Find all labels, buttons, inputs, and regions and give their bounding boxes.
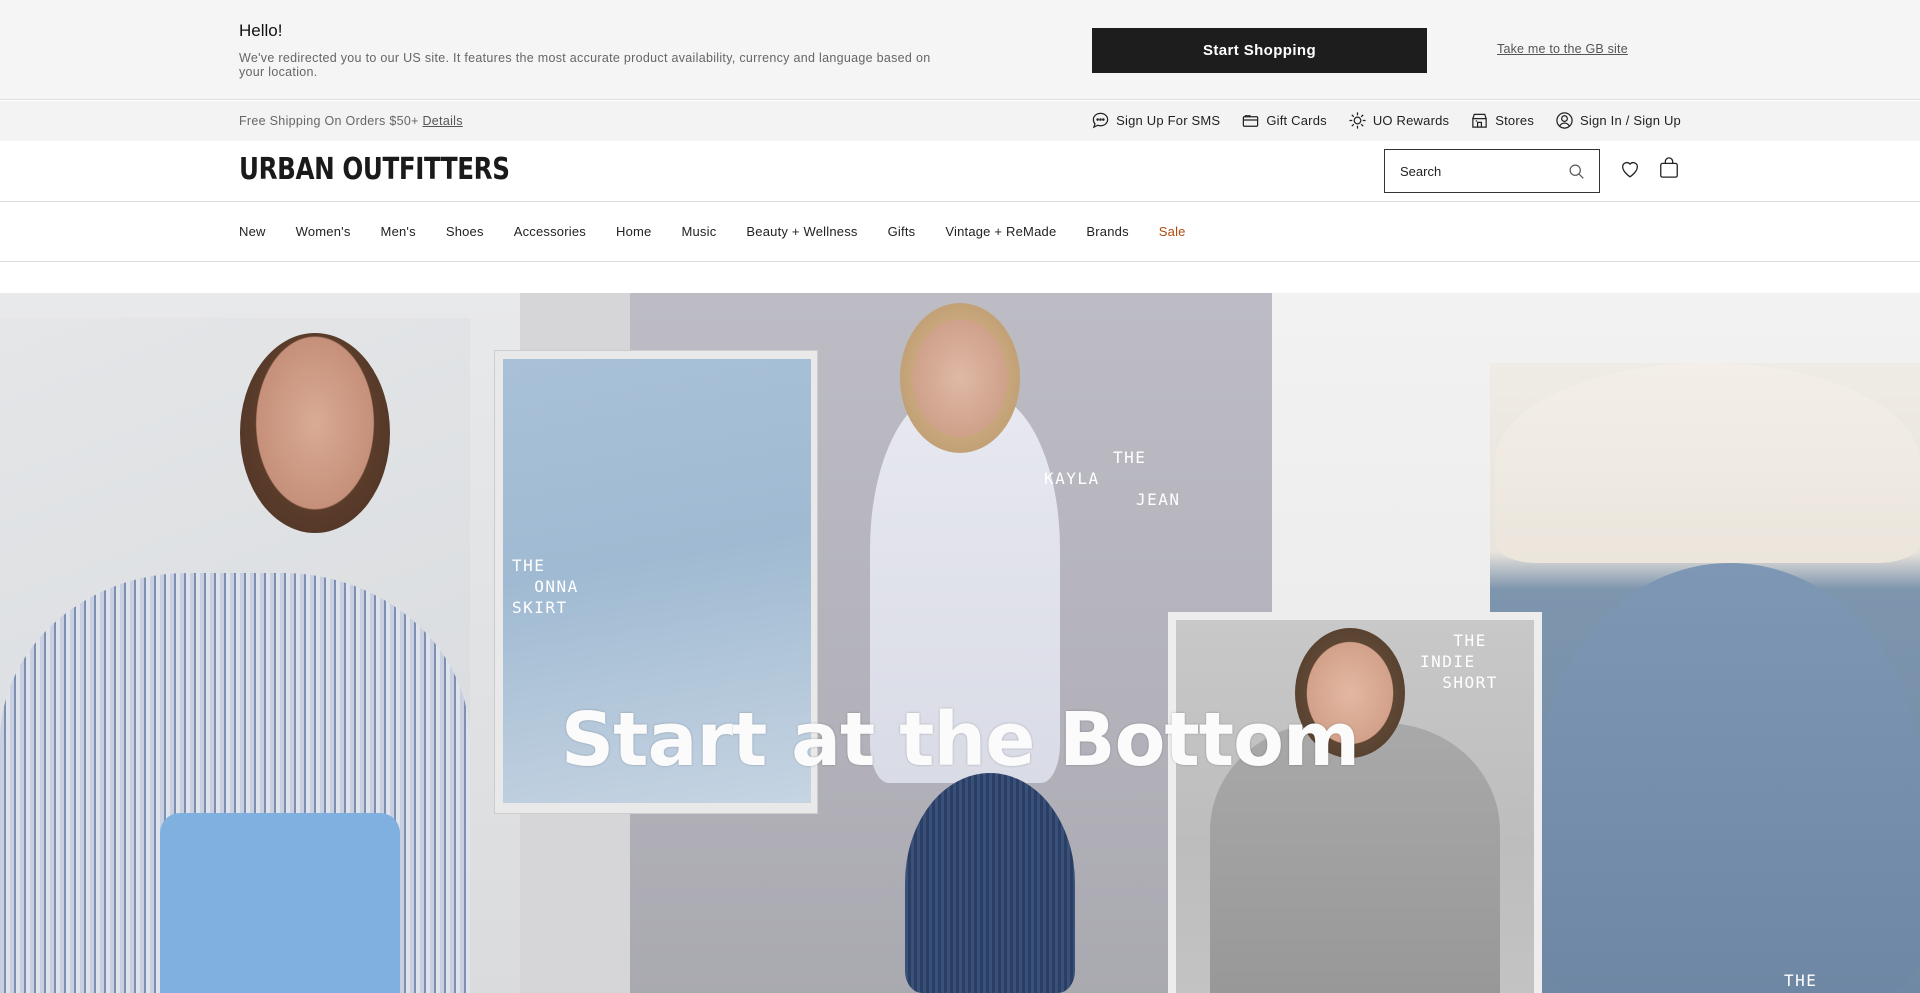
sign-in-link[interactable]: Sign In / Sign Up <box>1555 111 1681 130</box>
nav-item-music[interactable]: Music <box>681 224 716 239</box>
model-ruffle-blouse <box>1495 363 1920 563</box>
model-portrait-left <box>240 333 390 533</box>
nav-item-gifts[interactable]: Gifts <box>888 224 916 239</box>
shipping-promo: Free Shipping On Orders $50+ Details <box>239 114 463 128</box>
nav-item-new[interactable]: New <box>239 224 266 239</box>
nav-item-beauty-wellness[interactable]: Beauty + Wellness <box>746 224 857 239</box>
label-kayla-the: THE <box>1113 448 1147 467</box>
shipping-text: Free Shipping On Orders $50+ <box>239 114 419 128</box>
redirect-banner: Hello! We've redirected you to our US si… <box>0 0 1920 100</box>
search-box[interactable] <box>1384 149 1600 193</box>
search-icon[interactable] <box>1568 163 1585 180</box>
redirect-message: We've redirected you to our US site. It … <box>239 51 931 79</box>
wishlist-heart-icon[interactable] <box>1619 158 1641 180</box>
stores-label: Stores <box>1495 113 1535 128</box>
chat-bubble-icon <box>1092 112 1109 129</box>
nav-item-mens[interactable]: Men's <box>381 224 416 239</box>
utility-links: Sign Up For SMS Gift Cards UO Rewards St… <box>1091 111 1681 130</box>
model-kayla-jean <box>905 773 1075 993</box>
label-onna-skirt: THE ONNA SKIRT <box>512 556 579 617</box>
start-shopping-button[interactable]: Start Shopping <box>1092 28 1427 73</box>
sign-in-label: Sign In / Sign Up <box>1580 113 1681 128</box>
uo-rewards-link[interactable]: UO Rewards <box>1348 111 1449 130</box>
nav-item-brands[interactable]: Brands <box>1086 224 1128 239</box>
redirect-greeting: Hello! <box>239 21 283 40</box>
gift-card-icon <box>1243 115 1259 127</box>
model-portrait-center <box>900 303 1020 453</box>
model-blue-skirt <box>160 813 400 993</box>
nav-item-womens[interactable]: Women's <box>296 224 351 239</box>
nav-item-accessories[interactable]: Accessories <box>514 224 586 239</box>
stores-link[interactable]: Stores <box>1470 111 1534 130</box>
hero-title: Start at the Bottom <box>560 697 1360 783</box>
hero-banner[interactable]: THE ONNA SKIRT THE KAYLA JEAN THE INDIE … <box>0 293 1920 993</box>
main-navigation: New Women's Men's Shoes Accessories Home… <box>0 202 1920 262</box>
utility-bar: Free Shipping On Orders $50+ Details Sig… <box>0 101 1920 141</box>
nav-item-home[interactable]: Home <box>616 224 651 239</box>
nav-item-shoes[interactable]: Shoes <box>446 224 484 239</box>
nav-item-sale[interactable]: Sale <box>1159 224 1186 239</box>
search-input[interactable] <box>1385 163 1555 179</box>
nav-item-vintage-remade[interactable]: Vintage + ReMade <box>945 224 1056 239</box>
label-indie-short: THE INDIE SHORT <box>1420 631 1498 692</box>
gift-cards-label: Gift Cards <box>1266 113 1327 128</box>
sms-signup-link[interactable]: Sign Up For SMS <box>1091 111 1220 130</box>
site-logo[interactable]: URBAN OUTFITTERS <box>239 152 510 187</box>
label-bottom-the: THE <box>1784 971 1818 990</box>
rewards-star-icon <box>1349 112 1366 129</box>
label-kayla-jean: JEAN <box>1136 490 1181 509</box>
shipping-details-link[interactable]: Details <box>422 114 462 128</box>
site-header: URBAN OUTFITTERS <box>0 141 1920 202</box>
user-icon <box>1556 112 1573 129</box>
sms-signup-label: Sign Up For SMS <box>1116 113 1221 128</box>
gift-cards-link[interactable]: Gift Cards <box>1241 111 1327 130</box>
uo-rewards-label: UO Rewards <box>1372 113 1450 128</box>
label-kayla: KAYLA <box>1044 469 1100 488</box>
shopping-bag-icon[interactable] <box>1658 156 1680 180</box>
gb-site-link[interactable]: Take me to the GB site <box>1497 42 1628 56</box>
store-icon <box>1472 113 1488 128</box>
